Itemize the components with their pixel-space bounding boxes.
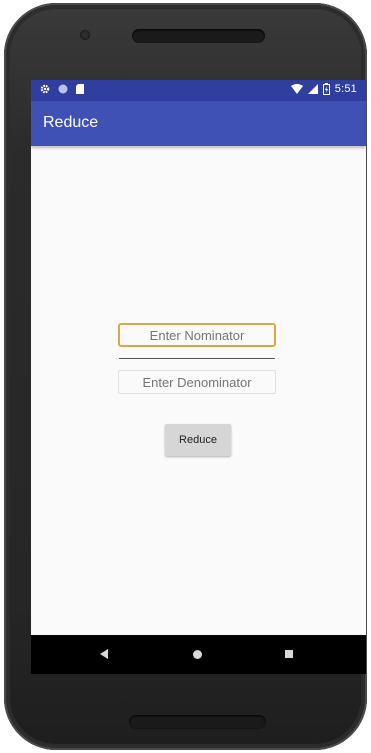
device-screen: 5:51 Reduce Reduce xyxy=(31,80,366,674)
status-bar: 5:51 xyxy=(31,80,366,101)
front-camera xyxy=(80,30,90,40)
reduce-button[interactable]: Reduce xyxy=(165,424,231,456)
sd-card-icon xyxy=(76,84,84,94)
app-title: Reduce xyxy=(43,114,99,131)
status-notification-icons xyxy=(40,84,84,94)
home-icon[interactable] xyxy=(193,650,202,659)
gear-icon xyxy=(40,84,50,94)
bottom-speaker-grille xyxy=(129,715,266,729)
input-underline xyxy=(119,358,275,359)
status-time: 5:51 xyxy=(334,83,357,95)
recents-icon[interactable] xyxy=(285,650,293,658)
status-system-icons: 5:51 xyxy=(290,83,357,95)
back-icon[interactable] xyxy=(100,649,108,659)
navigation-bar xyxy=(31,635,366,674)
wifi-icon xyxy=(290,84,303,94)
battery-icon xyxy=(322,83,330,95)
signal-icon xyxy=(307,84,318,94)
phone-frame: 5:51 Reduce Reduce xyxy=(4,3,367,750)
circle-icon xyxy=(58,84,68,94)
top-speaker-grille xyxy=(132,29,265,43)
denominator-input[interactable] xyxy=(118,370,276,394)
app-bar: Reduce xyxy=(31,101,366,146)
nominator-input[interactable] xyxy=(118,323,276,347)
